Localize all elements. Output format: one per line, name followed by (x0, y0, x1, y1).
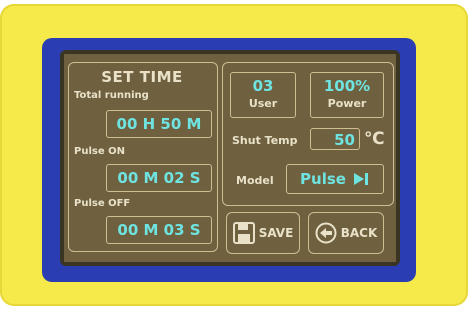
play-next-icon (353, 173, 368, 185)
total-running-field[interactable]: 00 H 50 M (106, 110, 212, 138)
panel-title: SET TIME (101, 68, 183, 86)
model-value: Pulse (300, 170, 346, 188)
pulse-off-label: Pulse OFF (74, 198, 131, 209)
shut-temp-label: Shut Temp (232, 134, 298, 147)
power-box[interactable]: 100% Power (310, 72, 384, 118)
user-value: 03 (252, 77, 274, 95)
user-box[interactable]: 03 User (230, 72, 296, 118)
pulse-on-field[interactable]: 00 M 02 S (106, 164, 212, 192)
pulse-off-field[interactable]: 00 M 03 S (106, 216, 212, 244)
shut-temp-field[interactable]: 50 (310, 128, 360, 150)
pulse-on-label: Pulse ON (74, 146, 125, 157)
back-label: BACK (340, 226, 378, 240)
power-label: Power (327, 97, 367, 110)
back-arrow-icon (315, 222, 337, 244)
model-selector[interactable]: Pulse (286, 164, 384, 194)
save-label: SAVE (258, 226, 294, 240)
power-value: 100% (323, 77, 371, 95)
floppy-disk-icon (232, 222, 255, 244)
lcd-screen: SET TIME Total running 00 H 50 M Pulse O… (60, 50, 400, 266)
model-label: Model (236, 174, 274, 187)
user-label: User (248, 97, 278, 110)
total-running-label: Total running (74, 90, 149, 101)
save-button[interactable]: SAVE (226, 212, 300, 254)
celsius-unit: ℃ (364, 129, 385, 149)
lcd-display: SET TIME Total running 00 H 50 M Pulse O… (64, 54, 396, 262)
back-button[interactable]: BACK (308, 212, 384, 254)
